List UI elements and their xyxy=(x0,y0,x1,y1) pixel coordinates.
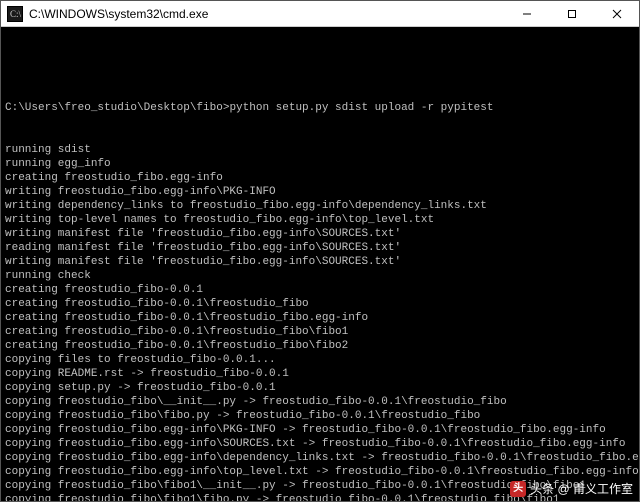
maximize-button[interactable] xyxy=(549,1,594,26)
close-button[interactable] xyxy=(594,1,639,26)
output-line: copying setup.py -> freostudio_fibo-0.0.… xyxy=(5,381,635,395)
output-line: reading manifest file 'freostudio_fibo.e… xyxy=(5,241,635,255)
output-line: writing dependency_links to freostudio_f… xyxy=(5,199,635,213)
prompt-line-1: C:\Users\freo_studio\Desktop\fibo>python… xyxy=(5,101,635,115)
output-line: creating freostudio_fibo-0.0.1\freostudi… xyxy=(5,311,635,325)
output-line: running sdist xyxy=(5,143,635,157)
svg-text:C:\: C:\ xyxy=(10,9,22,19)
output-line: creating freostudio_fibo.egg-info xyxy=(5,171,635,185)
output-line: creating freostudio_fibo-0.0.1\freostudi… xyxy=(5,297,635,311)
command-1: python setup.py sdist upload -r pypitest xyxy=(229,102,493,114)
window-title: C:\WINDOWS\system32\cmd.exe xyxy=(29,7,504,21)
output-line: copying README.rst -> freostudio_fibo-0.… xyxy=(5,367,635,381)
prompt-1: C:\Users\freo_studio\Desktop\fibo> xyxy=(5,102,229,114)
cmd-window: C:\ C:\WINDOWS\system32\cmd.exe C:\Users… xyxy=(0,0,640,502)
cmd-icon: C:\ xyxy=(7,6,23,22)
output-line: copying freostudio_fibo.egg-info\PKG-INF… xyxy=(5,423,635,437)
output-line: writing manifest file 'freostudio_fibo.e… xyxy=(5,227,635,241)
watermark-text: 头条 @ 甫义工作室 xyxy=(530,482,633,496)
output-line: copying freostudio_fibo\__init__.py -> f… xyxy=(5,395,635,409)
minimize-button[interactable] xyxy=(504,1,549,26)
blank-line xyxy=(5,59,635,73)
output-lines: running sdistrunning egg_infocreating fr… xyxy=(5,143,635,501)
terminal-area[interactable]: C:\Users\freo_studio\Desktop\fibo>python… xyxy=(1,27,639,501)
output-line: writing top-level names to freostudio_fi… xyxy=(5,213,635,227)
output-line: running egg_info xyxy=(5,157,635,171)
output-line: writing manifest file 'freostudio_fibo.e… xyxy=(5,255,635,269)
output-line: copying files to freostudio_fibo-0.0.1..… xyxy=(5,353,635,367)
output-line: copying freostudio_fibo.egg-info\top_lev… xyxy=(5,465,635,479)
watermark-icon: 头 xyxy=(510,481,526,497)
output-line: writing freostudio_fibo.egg-info\PKG-INF… xyxy=(5,185,635,199)
titlebar[interactable]: C:\ C:\WINDOWS\system32\cmd.exe xyxy=(1,1,639,27)
output-line: copying freostudio_fibo\fibo.py -> freos… xyxy=(5,409,635,423)
window-controls xyxy=(504,1,639,26)
output-line: creating freostudio_fibo-0.0.1\freostudi… xyxy=(5,339,635,353)
output-line: running check xyxy=(5,269,635,283)
output-line: copying freostudio_fibo.egg-info\SOURCES… xyxy=(5,437,635,451)
output-line: creating freostudio_fibo-0.0.1\freostudi… xyxy=(5,325,635,339)
output-line: creating freostudio_fibo-0.0.1 xyxy=(5,283,635,297)
output-line: copying freostudio_fibo.egg-info\depende… xyxy=(5,451,635,465)
watermark: 头 头条 @ 甫义工作室 xyxy=(510,481,633,497)
